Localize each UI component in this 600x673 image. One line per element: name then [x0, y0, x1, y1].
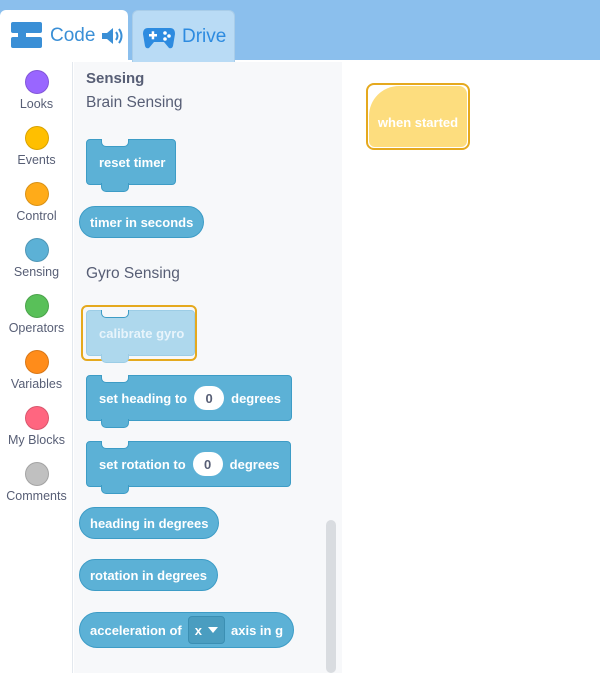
tab-code-label: Code [50, 25, 96, 46]
set-rotation-unit: degrees [229, 456, 280, 472]
axis-dropdown[interactable]: x [187, 616, 225, 644]
set-rotation-label: set rotation to [99, 456, 186, 472]
category-my-blocks[interactable]: My Blocks [0, 406, 73, 447]
calibrate-gyro-label: calibrate gyro [99, 325, 185, 341]
category-operators-label: Operators [8, 321, 65, 335]
when-started-block[interactable]: when started [369, 86, 467, 147]
category-variables[interactable]: Variables [0, 350, 73, 391]
looks-dot-icon [24, 70, 49, 94]
axis-dropdown-value: x [194, 622, 202, 638]
category-sensing[interactable]: Sensing [0, 238, 73, 279]
category-comments-label: Comments [6, 489, 67, 503]
category-sensing-label: Sensing [13, 265, 60, 279]
category-variables-label: Variables [10, 377, 63, 391]
script-canvas[interactable] [342, 62, 600, 673]
calibrate-gyro-block[interactable]: calibrate gyro [86, 310, 196, 363]
flyout-scrollbar[interactable] [326, 520, 336, 673]
category-events[interactable]: Events [0, 126, 73, 167]
category-menu: Looks Events Control Sensing Operators V… [0, 62, 73, 673]
operators-dot-icon [24, 294, 49, 318]
acceleration-unit: axis in g [231, 622, 284, 638]
my-blocks-dot-icon [24, 406, 49, 430]
tab-code[interactable]: Code [0, 10, 128, 62]
heading-in-degrees-label: heading in degrees [90, 515, 209, 531]
set-heading-unit: degrees [231, 390, 281, 406]
tab-drive-label: Drive [182, 25, 227, 47]
timer-in-seconds-block[interactable]: timer in seconds [79, 206, 205, 238]
set-rotation-block[interactable]: set rotation to 0 degrees [86, 441, 291, 494]
category-events-label: Events [17, 153, 56, 167]
set-heading-label: set heading to [99, 390, 188, 406]
rotation-in-degrees-block[interactable]: rotation in degrees [79, 559, 219, 591]
tab-drive[interactable]: Drive [132, 10, 235, 62]
gyro-sensing-heading: Gyro Sensing [86, 265, 180, 282]
control-dot-icon [24, 182, 49, 206]
events-dot-icon [24, 126, 49, 150]
code-blocks-icon [11, 22, 42, 48]
category-comments[interactable]: Comments [0, 462, 73, 503]
set-rotation-input[interactable]: 0 [192, 452, 223, 476]
set-heading-block[interactable]: set heading to 0 degrees [86, 375, 292, 428]
sensing-dot-icon [24, 238, 49, 262]
set-heading-input[interactable]: 0 [194, 386, 225, 410]
block-flyout: Sensing Brain Sensing reset timer timer … [74, 62, 342, 673]
top-bar: Code Drive [0, 0, 600, 62]
category-looks[interactable]: Looks [0, 70, 73, 111]
heading-in-degrees-block[interactable]: heading in degrees [79, 507, 220, 539]
caret-down-icon [208, 627, 218, 633]
comments-dot-icon [24, 462, 49, 486]
when-started-label: when started [377, 115, 459, 130]
reset-timer-block[interactable]: reset timer [86, 139, 177, 192]
speaker-icon [102, 28, 123, 44]
acceleration-label: acceleration of [90, 622, 182, 638]
acceleration-block[interactable]: acceleration of x axis in g [79, 612, 295, 648]
category-looks-label: Looks [19, 97, 54, 111]
timer-in-seconds-label: timer in seconds [90, 214, 194, 230]
category-operators[interactable]: Operators [0, 294, 73, 335]
gamepad-icon [143, 27, 175, 48]
rotation-in-degrees-label: rotation in degrees [90, 567, 208, 583]
category-my-blocks-label: My Blocks [8, 433, 65, 447]
variables-dot-icon [24, 350, 49, 374]
brain-sensing-heading: Brain Sensing [86, 94, 183, 111]
category-control[interactable]: Control [0, 182, 73, 223]
flyout-title: Sensing [86, 70, 145, 87]
reset-timer-label: reset timer [99, 154, 166, 170]
category-control-label: Control [16, 209, 57, 223]
